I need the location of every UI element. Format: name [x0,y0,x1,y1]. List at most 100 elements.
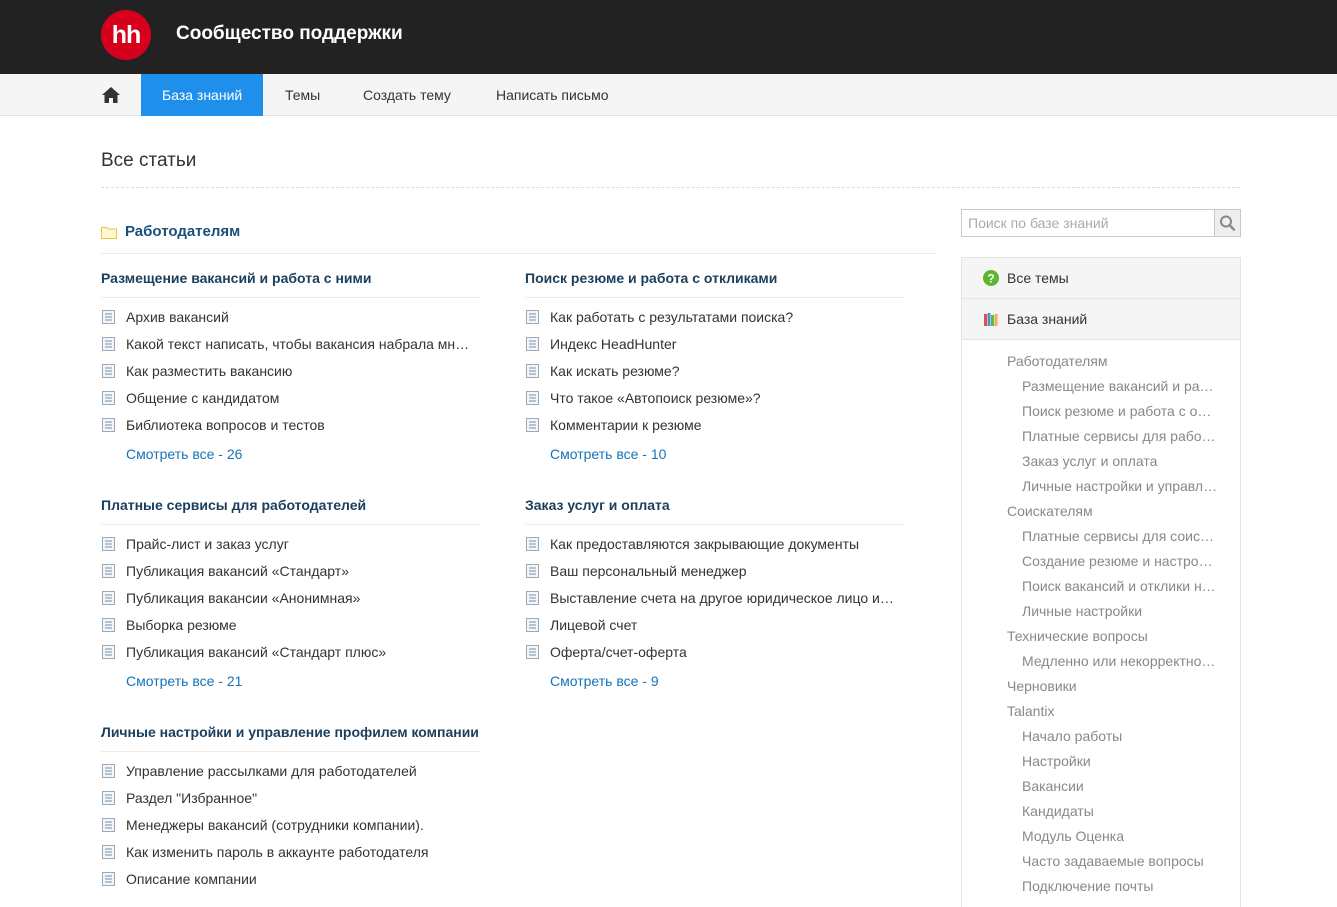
document-icon [102,337,115,351]
sidebar-subcategory[interactable]: Платные сервисы для соис… [962,526,1240,551]
article-title: Публикация вакансий «Стандарт плюс» [126,644,387,660]
article-link[interactable]: Как предоставляются закрывающие документ… [525,536,905,563]
document-icon [102,591,115,605]
article-link[interactable]: Публикация вакансий «Стандарт» [101,563,481,590]
document-icon [526,337,539,351]
article-link[interactable]: Как работать с результатами поиска? [525,309,905,336]
article-link[interactable]: Менеджеры вакансий (сотрудники компании)… [101,817,481,844]
sidebar-subcategory[interactable]: Личные настройки и управл… [962,476,1240,501]
document-icon [102,564,115,578]
article-link[interactable]: Управление рассылками для работодателей [101,763,481,790]
document-icon [102,310,115,324]
sidebar-category[interactable]: Черновики [962,676,1240,701]
sidebar-category[interactable]: Соискателям [962,501,1240,526]
nav-tab-write-letter[interactable]: Написать письмо [475,74,629,116]
article-link[interactable]: Что такое «Автопоиск резюме»? [525,390,905,417]
sidebar-subcategory[interactable]: Медленно или некорректно… [962,651,1240,676]
section-title[interactable]: Поиск резюме и работа с откликами [525,268,905,298]
sidebar-tree: Работодателям Размещение вакансий и ра… По… [962,340,1240,901]
article-link[interactable]: Комментарии к резюме [525,417,905,444]
article-title: Лицевой счет [550,617,638,633]
site-title[interactable]: Сообщество поддержки [176,23,403,45]
sidebar-subcategory[interactable]: Поиск резюме и работа с о… [962,401,1240,426]
article-link[interactable]: Как разместить вакансию [101,363,481,390]
article-link[interactable]: Библиотека вопросов и тестов [101,417,481,444]
article-title: Оферта/счет-оферта [550,644,687,660]
article-link[interactable]: Выборка резюме [101,617,481,644]
article-link[interactable]: Общение с кандидатом [101,390,481,417]
sidebar-subcategory[interactable]: Начало работы [962,726,1240,751]
see-all-link[interactable]: Смотреть все - 26 [101,446,481,462]
document-icon [526,310,539,324]
sidebar-subcategory[interactable]: Кандидаты [962,801,1240,826]
folder-icon [101,227,117,239]
article-link[interactable]: Лицевой счет [525,617,905,644]
article-link[interactable]: Публикация вакансии «Анонимная» [101,590,481,617]
question-icon: ? [983,270,999,286]
sidebar-subcategory[interactable]: Поиск вакансий и отклики н… [962,576,1240,601]
section-title[interactable]: Личные настройки и управление профилем к… [101,722,481,752]
search-button[interactable] [1214,209,1241,237]
nav-tab-knowledge-base[interactable]: База знаний [141,74,264,116]
sidebar-subcategory[interactable]: Заказ услуг и оплата [962,451,1240,476]
top-header: hh Сообщество поддержки [0,0,1337,74]
article-title: Публикация вакансии «Анонимная» [126,590,361,606]
document-icon [102,618,115,632]
document-icon [102,791,115,805]
document-icon [526,618,539,632]
hh-logo[interactable]: hh [101,10,151,60]
document-icon [526,364,539,378]
article-link[interactable]: Индекс HeadHunter [525,336,905,363]
see-all-link[interactable]: Смотреть все - 21 [101,673,481,689]
svg-text:?: ? [987,271,994,285]
category-title[interactable]: Работодателям [125,223,240,240]
sidebar-subcategory[interactable]: Личные настройки [962,601,1240,626]
article-title: Раздел "Избранное" [126,790,258,806]
sidebar-subcategory[interactable]: Платные сервисы для рабо… [962,426,1240,451]
sidebar-knowledge-base[interactable]: База знаний [962,299,1240,340]
sidebar-subcategory[interactable]: Подключение почты [962,876,1240,901]
article-link[interactable]: Ваш персональный менеджер [525,563,905,590]
article-link[interactable]: Прайс-лист и заказ услуг [101,536,481,563]
article-link[interactable]: Раздел "Избранное" [101,790,481,817]
article-link[interactable]: Выставление счета на другое юридическое … [525,590,905,617]
home-icon[interactable] [101,85,121,105]
article-title: Прайс-лист и заказ услуг [126,536,289,552]
sidebar-category[interactable]: Технические вопросы [962,626,1240,651]
section-title[interactable]: Платные сервисы для работодателей [101,495,481,525]
main-nav: База знаний Темы Создать тему Написать п… [0,74,1337,116]
article-link[interactable]: Публикация вакансий «Стандарт плюс» [101,644,481,671]
nav-tab-topics[interactable]: Темы [264,74,341,116]
article-link[interactable]: Как искать резюме? [525,363,905,390]
article-section: Платные сервисы для работодателей Прайс-л… [101,495,481,689]
see-all-link[interactable]: Смотреть все - 10 [525,446,905,462]
document-icon [102,645,115,659]
sidebar-subcategory[interactable]: Размещение вакансий и ра… [962,376,1240,401]
sidebar: ? Все темы База знаний Работодателям Разм… [961,257,1241,907]
article-link[interactable]: Как изменить пароль в аккаунте работодат… [101,844,481,871]
sidebar-category[interactable]: Talantix [962,701,1240,726]
see-all-link[interactable]: Смотреть все - 9 [525,673,905,689]
sidebar-all-topics[interactable]: ? Все темы [962,258,1240,299]
sidebar-subcategory[interactable]: Создание резюме и настро… [962,551,1240,576]
article-link[interactable]: Архив вакансий [101,309,481,336]
nav-tab-create-topic[interactable]: Создать тему [342,74,472,116]
sidebar-category[interactable]: Работодателям [962,351,1240,376]
article-title: Менеджеры вакансий (сотрудники компании)… [126,817,424,833]
article-title: Архив вакансий [126,309,229,325]
sidebar-subcategory[interactable]: Часто задаваемые вопросы [962,851,1240,876]
sidebar-subcategory[interactable]: Модуль Оценка [962,826,1240,851]
search-input[interactable] [961,209,1215,237]
article-link[interactable]: Какой текст написать, чтобы вакансия наб… [101,336,481,363]
sidebar-subcategory[interactable]: Вакансии [962,776,1240,801]
section-title[interactable]: Заказ услуг и оплата [525,495,905,525]
article-title: Как разместить вакансию [126,363,293,379]
article-link[interactable]: Оферта/счет-оферта [525,644,905,671]
document-icon [102,872,115,886]
article-link[interactable]: Описание компании [101,871,481,898]
article-title: Индекс HeadHunter [550,336,677,352]
article-title: Публикация вакансий «Стандарт» [126,563,349,579]
page-title: Все статьи [101,150,197,171]
section-title[interactable]: Размещение вакансий и работа с ними [101,268,481,298]
sidebar-subcategory[interactable]: Настройки [962,751,1240,776]
